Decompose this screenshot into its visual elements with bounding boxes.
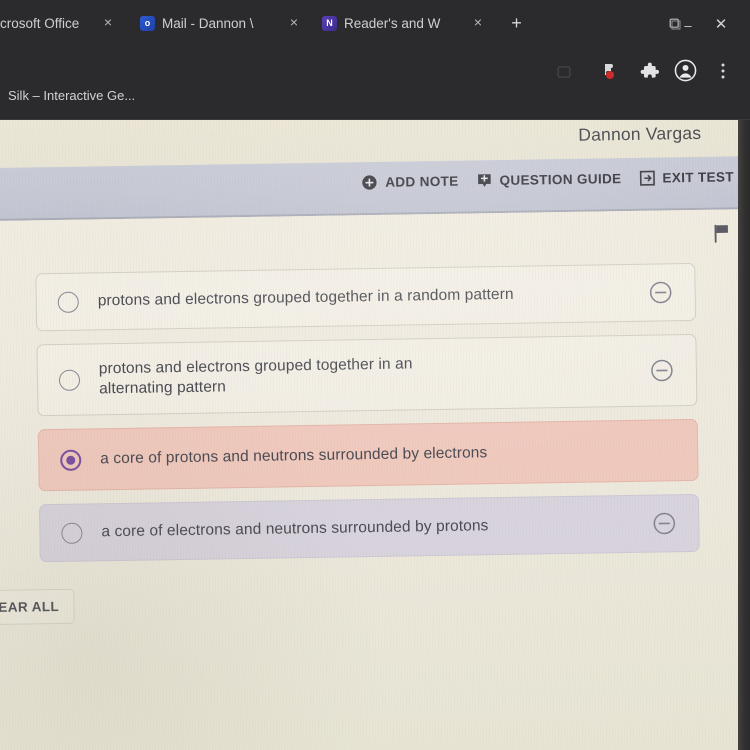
audio-icons-column [0, 274, 15, 275]
answer-option-3-text: a core of protons and neutrons surrounde… [100, 444, 488, 468]
answer-option-2-text: protons and electrons grouped together i… [98, 355, 413, 398]
exit-test-label: EXIT TEST [662, 169, 734, 186]
test-toolbar-items: ADD NOTE QUESTION GUIDE EXIT TEST [361, 168, 734, 191]
speaker-icon-option-3[interactable] [0, 451, 6, 474]
new-tab-button[interactable]: + [508, 14, 525, 32]
browser-tab-1-close-icon[interactable]: × [101, 15, 115, 30]
eliminate-option-4-icon[interactable] [652, 511, 676, 535]
profile-badge-icon[interactable] [556, 64, 572, 85]
exit-test-arrow-icon [639, 170, 655, 186]
answer-options-list: protons and electrons grouped together i… [35, 262, 700, 575]
speaker-icon-option-1[interactable] [0, 291, 4, 314]
add-note-label: ADD NOTE [385, 173, 459, 190]
answer-option-3[interactable]: a core of protons and neutrons surrounde… [37, 418, 699, 492]
photographed-screen: Dannon Vargas ADD NOTE QUESTION GUIDE EX… [0, 120, 750, 750]
eliminate-option-1-icon[interactable] [648, 280, 672, 304]
answer-option-1[interactable]: protons and electrons grouped together i… [35, 262, 697, 332]
browser-tab-2-title: Mail - Dannon \ [162, 15, 254, 31]
flag-icon[interactable] [713, 223, 732, 243]
speaker-icon-option-4[interactable] [0, 519, 8, 542]
restore-window-icon [669, 18, 681, 30]
exit-test-button[interactable]: EXIT TEST [638, 168, 734, 186]
question-content: protons and electrons grouped together i… [0, 208, 750, 750]
speaker-icon-option-2[interactable] [0, 369, 5, 392]
answer-option-2[interactable]: protons and electrons grouped together i… [36, 333, 698, 417]
monitor-bezel-right [738, 120, 750, 750]
test-page: Dannon Vargas ADD NOTE QUESTION GUIDE EX… [0, 120, 750, 750]
chrome-menu-icon[interactable] [716, 62, 730, 85]
clear-all-button[interactable]: CLEAR ALL [0, 588, 75, 626]
window-restore-button-visual[interactable] [665, 16, 685, 36]
window-close-button[interactable]: ✕ [711, 15, 731, 35]
answer-option-4[interactable]: a core of electrons and neutrons surroun… [38, 493, 700, 563]
question-guide-label: QUESTION GUIDE [499, 171, 622, 189]
add-note-plus-icon [362, 175, 377, 190]
bookmark-item-silk[interactable]: Silk – Interactive Ge... [8, 88, 135, 103]
answer-option-1-text: protons and electrons grouped together i… [97, 285, 514, 310]
tab-strip: crosoft Office × o Mail - Dannon \ × N R… [0, 6, 750, 40]
answer-option-4-radio[interactable] [61, 522, 83, 544]
question-guide-icon [477, 174, 491, 188]
bookmarks-bar: Silk – Interactive Ge... [0, 84, 750, 112]
onenote-icon: N [322, 15, 337, 31]
question-guide-button[interactable]: QUESTION GUIDE [475, 170, 622, 189]
answer-option-1-radio[interactable] [57, 291, 79, 313]
outlook-icon: o [140, 15, 155, 31]
answer-option-3-radio[interactable] [60, 449, 82, 471]
answer-option-2-radio[interactable] [58, 369, 81, 391]
user-name: Dannon Vargas [578, 122, 702, 145]
browser-tab-3[interactable]: N Reader's and W [322, 6, 440, 40]
browser-tab-3-title: Reader's and W [344, 15, 441, 31]
browser-tab-2-close-icon[interactable]: × [287, 15, 301, 30]
extension-puzzle-red-icon[interactable] [601, 61, 621, 86]
browser-tab-2[interactable]: o Mail - Dannon \ [140, 6, 254, 40]
add-note-button[interactable]: ADD NOTE [361, 173, 459, 192]
browser-tab-1-title: crosoft Office [0, 15, 80, 31]
eliminate-option-2-icon[interactable] [650, 358, 674, 382]
answer-option-4-text: a core of electrons and neutrons surroun… [101, 517, 489, 541]
browser-chrome: crosoft Office × o Mail - Dannon \ × N R… [0, 0, 750, 124]
extensions-puzzle-icon[interactable] [639, 61, 659, 86]
browser-tab-3-close-icon[interactable]: × [471, 15, 485, 30]
account-avatar-icon[interactable] [674, 59, 697, 87]
